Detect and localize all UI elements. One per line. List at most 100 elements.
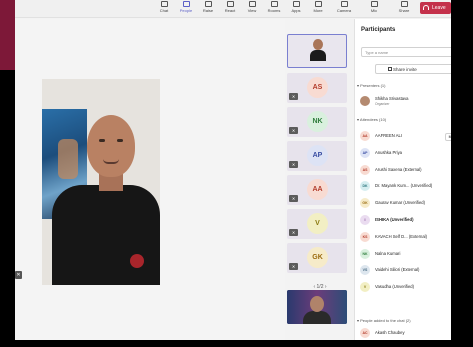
attendee-avatar: VS [360, 265, 370, 276]
person-torso [52, 185, 160, 285]
eye-right [117, 139, 123, 142]
participant-tile[interactable]: AP ✕ [287, 141, 347, 171]
tile-avatar: V [307, 213, 328, 234]
participant-search-input[interactable]: Type a name [361, 47, 451, 57]
added-person-row[interactable]: AC Akash Chaubey [360, 328, 451, 339]
apps-button[interactable]: Apps [285, 1, 307, 13]
tile-avatar: AP [307, 145, 328, 166]
participants-panel: Participants Type a name Share invite ▾ … [354, 19, 451, 340]
eye-left [99, 139, 105, 142]
mic-off-icon: ✕ [289, 229, 298, 236]
participant-tile[interactable]: AS ✕ [287, 73, 347, 103]
invite-icon [388, 67, 392, 71]
right-edge [451, 0, 473, 347]
attendee-row[interactable]: AS Arushi Saxena (External) [360, 164, 451, 176]
attendee-name: KAVACH Self D... (External) [375, 233, 427, 239]
attendee-avatar: AS [360, 164, 370, 175]
attendee-avatar: I [360, 215, 370, 225]
teams-meeting-window: Chat People Raise React View Rooms Apps … [15, 0, 451, 340]
screen-frame: Chat People Raise React View Rooms Apps … [0, 0, 473, 347]
meeting-toolbar: Chat People Raise React View Rooms Apps … [15, 0, 451, 18]
panel-title: Participants [361, 27, 396, 33]
attendee-row[interactable]: NK Nalna Kumari [360, 248, 451, 260]
attendee-avatar: GK [360, 198, 370, 209]
rooms-button[interactable]: Rooms [263, 1, 285, 13]
tile-avatar: GK [307, 247, 328, 268]
participant-tile[interactable]: V ✕ [287, 209, 347, 239]
attendee-row[interactable]: I ISHIKA (Unverified) [360, 215, 451, 226]
apps-icon [292, 1, 300, 7]
attendee-avatar: DK [360, 181, 370, 192]
mic-off-icon: ✕ [289, 127, 298, 134]
mic-off-icon: ✕ [289, 161, 298, 168]
chat-button[interactable]: Chat [153, 1, 175, 13]
attendee-name: Gaurav Kumar (Unverified) [375, 200, 426, 206]
attendee-name: Vasudha (Unverified) [375, 284, 415, 290]
tile-avatar: AA [307, 179, 328, 200]
raise-hand-button[interactable]: Raise [197, 1, 219, 13]
person-head [310, 296, 324, 312]
more-button[interactable]: More [307, 1, 329, 13]
camera-icon [340, 1, 348, 7]
main-video-feed[interactable] [42, 79, 160, 285]
person-head [87, 115, 135, 177]
added-avatar: AC [360, 328, 370, 338]
view-button[interactable]: View [241, 1, 263, 13]
mic-off-icon: ✕ [289, 93, 298, 100]
attendee-row[interactable]: AA AAFREEN ALI [360, 131, 451, 142]
attendee-name: ISHIKA (Unverified) [375, 217, 414, 222]
attendee-name: Nalna Kumari [375, 250, 401, 256]
stage-mic-off-icon: ✕ [15, 271, 22, 279]
attendee-avatar: NK [360, 248, 370, 259]
leave-button[interactable]: Leave [420, 2, 451, 14]
hand-icon [204, 1, 212, 7]
attendee-row[interactable]: V Vasudha (Unverified) [360, 282, 451, 293]
presenters-section-header[interactable]: ▾ Presenters (1) [357, 83, 385, 88]
attendees-section-header[interactable]: ▾ Attendees (10) [357, 117, 386, 122]
view-icon [248, 1, 256, 7]
tile-avatar: AS [307, 77, 328, 98]
added-name: Akash Chaubey [375, 330, 405, 335]
presenter-avatar [360, 96, 370, 106]
react-button[interactable]: React [219, 1, 241, 13]
attendee-avatar: V [360, 282, 370, 293]
participant-tile-column: AS ✕ NK ✕ AP ✕ AA ✕ V ✕ GK ✕ ‹ 1/2 › [286, 34, 350, 340]
mic-button[interactable]: Mic [363, 1, 385, 13]
mic-icon [370, 1, 378, 7]
participant-tile[interactable]: GK ✕ [287, 243, 347, 273]
attendee-name: Arushi Saxena (External) [375, 166, 422, 172]
participant-tile[interactable]: AA ✕ [287, 175, 347, 205]
attendee-row[interactable]: GK Gaurav Kumar (Unverified) [360, 198, 451, 209]
attendee-row[interactable]: KS KAVACH Self D... (External) [360, 231, 451, 243]
share-button[interactable]: Share [393, 1, 415, 13]
attendee-avatar: KS [360, 231, 370, 242]
attendee-avatar: AP [360, 147, 370, 158]
people-button[interactable]: People [175, 1, 197, 13]
shirt-logo [130, 254, 144, 268]
camera-button[interactable]: Camera [333, 1, 355, 13]
participant-video-tile[interactable] [287, 290, 347, 324]
self-video-person [310, 39, 326, 61]
attendee-name: Vaidehi Siliori (External) [375, 267, 420, 273]
attendee-name: AAFREEN ALI [375, 133, 402, 138]
more-icon [314, 1, 322, 7]
presenter-row[interactable]: Shikha Srivastava Organizer [360, 96, 451, 107]
people-icon [182, 1, 190, 7]
participant-tile[interactable]: NK ✕ [287, 107, 347, 137]
rooms-icon [270, 1, 278, 7]
added-section-header[interactable]: ▾ People added to the chat (2) [357, 318, 411, 323]
attendee-row[interactable]: AP Anushka Priya [360, 147, 451, 159]
mic-off-icon: ✕ [289, 263, 298, 270]
attendee-row[interactable]: VS Vaidehi Siliori (External) [360, 265, 451, 276]
chat-icon [160, 1, 168, 7]
attendee-name: Anushka Priya [375, 149, 402, 155]
attendee-row[interactable]: DK Dr. Mayank Kum... (Unverified) [360, 181, 451, 192]
attendee-name: Dr. Mayank Kum... (Unverified) [375, 183, 433, 189]
tile-avatar: NK [307, 111, 328, 132]
mic-off-icon: ✕ [289, 195, 298, 202]
share-invite-button[interactable]: Share invite [375, 64, 451, 74]
smiley-icon [226, 1, 234, 7]
phone-icon [423, 5, 429, 10]
share-icon [400, 1, 408, 7]
self-video-tile[interactable] [287, 34, 347, 68]
